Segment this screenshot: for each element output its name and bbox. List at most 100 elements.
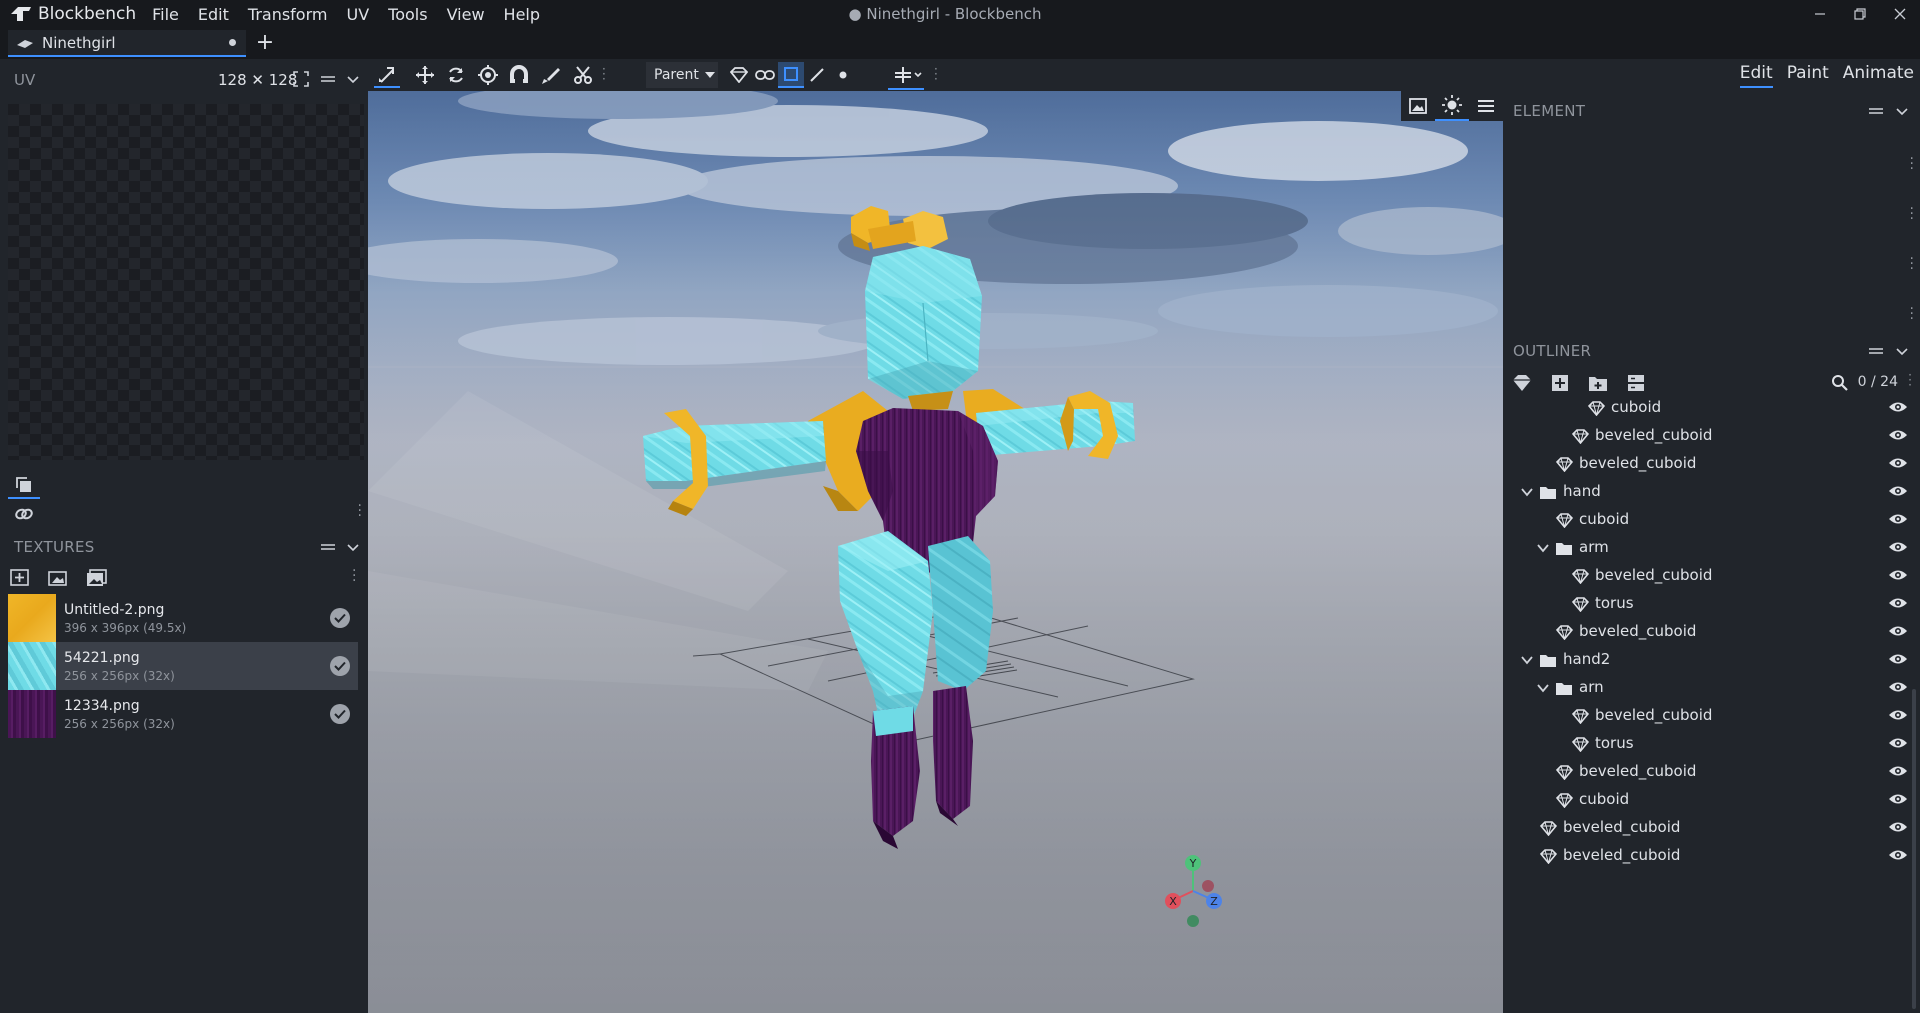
outliner-element-row[interactable]: torus: [1503, 590, 1920, 618]
visibility-eye-icon[interactable]: [1888, 624, 1908, 640]
add-group-icon[interactable]: [1587, 372, 1609, 394]
uv-size-display[interactable]: 128 ✕ 128: [218, 71, 297, 89]
toolbar-more-icon[interactable]: · · ·: [602, 63, 606, 85]
chevron-down-icon[interactable]: [1520, 653, 1534, 667]
texture-check-icon[interactable]: [330, 608, 350, 628]
outliner-element-row[interactable]: torus: [1503, 730, 1920, 758]
element-more-icon[interactable]: · · ·: [1910, 202, 1914, 226]
visibility-eye-icon[interactable]: [1888, 792, 1908, 808]
panel-menu-icon[interactable]: [1868, 343, 1884, 363]
outliner-group-row[interactable]: arn: [1503, 674, 1920, 702]
selection-mode-edge-button[interactable]: [804, 62, 830, 88]
knife-tool-button[interactable]: [570, 62, 596, 88]
chevron-down-icon[interactable]: [1895, 103, 1909, 123]
mode-paint-tab[interactable]: Paint: [1787, 63, 1829, 88]
search-icon[interactable]: [1829, 372, 1851, 394]
chevron-down-icon[interactable]: [346, 539, 360, 559]
visibility-eye-icon[interactable]: [1888, 456, 1908, 472]
visibility-eye-icon[interactable]: [1888, 512, 1908, 528]
outliner-group-row[interactable]: hand2: [1503, 646, 1920, 674]
outliner-group-row[interactable]: hand: [1503, 478, 1920, 506]
outliner-element-row[interactable]: beveled_cuboid: [1503, 758, 1920, 786]
chevron-down-icon[interactable]: [1520, 485, 1534, 499]
visibility-eye-icon[interactable]: [1888, 764, 1908, 780]
texture-check-icon[interactable]: [330, 704, 350, 724]
selection-mode-object-button[interactable]: [726, 62, 752, 88]
texture-folder-icon[interactable]: [86, 569, 108, 589]
more-options-icon[interactable]: · · ·: [1908, 369, 1912, 391]
vertex-snap-button[interactable]: [506, 62, 532, 88]
outliner-element-row[interactable]: beveled_cuboid: [1503, 702, 1920, 730]
tab-project[interactable]: Ninethgirl: [8, 30, 246, 57]
texture-check-icon[interactable]: [330, 656, 350, 676]
outliner-element-row[interactable]: beveled_cuboid: [1503, 842, 1920, 870]
visibility-eye-icon[interactable]: [1888, 680, 1908, 696]
maximize-button[interactable]: [1840, 0, 1880, 28]
outliner-element-row[interactable]: cuboid: [1503, 400, 1920, 422]
mode-edit-tab[interactable]: Edit: [1739, 63, 1773, 88]
visibility-eye-icon[interactable]: [1888, 848, 1908, 864]
tab-textures[interactable]: [8, 473, 40, 499]
visibility-eye-icon[interactable]: [1888, 708, 1908, 724]
screenshot-button[interactable]: [1401, 91, 1435, 121]
visibility-eye-icon[interactable]: [1888, 400, 1908, 416]
toolbar-more-icon[interactable]: · · ·: [934, 63, 938, 85]
outliner-element-row[interactable]: beveled_cuboid: [1503, 422, 1920, 450]
transform-space-select[interactable]: Parent: [646, 62, 718, 88]
texture-item[interactable]: 54221.png 256 x 256px (32x): [8, 642, 358, 690]
visibility-eye-icon[interactable]: [1888, 596, 1908, 612]
import-texture-icon[interactable]: [48, 569, 70, 589]
visibility-eye-icon[interactable]: [1888, 652, 1908, 668]
3d-viewport[interactable]: Y X Z: [368, 91, 1503, 1013]
outliner-element-row[interactable]: cuboid: [1503, 786, 1920, 814]
add-texture-icon[interactable]: [10, 569, 32, 589]
uv-editor-canvas[interactable]: [8, 104, 364, 460]
add-cube-icon[interactable]: [1549, 372, 1571, 394]
outliner-element-row[interactable]: beveled_cuboid: [1503, 814, 1920, 842]
visibility-eye-icon[interactable]: [1888, 540, 1908, 556]
outliner-element-row[interactable]: beveled_cuboid: [1503, 450, 1920, 478]
chevron-down-icon[interactable]: [346, 71, 360, 91]
translate-tool-button[interactable]: [412, 62, 438, 88]
element-more-icon[interactable]: · · ·: [1910, 252, 1914, 276]
visibility-eye-icon[interactable]: [1888, 568, 1908, 584]
unsaved-dot-icon[interactable]: [229, 39, 236, 46]
visibility-eye-icon[interactable]: [1888, 428, 1908, 444]
outliner-element-row[interactable]: cuboid: [1503, 506, 1920, 534]
brush-tool-button[interactable]: [538, 62, 564, 88]
new-tab-button[interactable]: +: [254, 30, 276, 57]
texture-item[interactable]: Untitled-2.png 396 x 396px (49.5x): [8, 594, 358, 642]
outliner-element-row[interactable]: beveled_cuboid: [1503, 562, 1920, 590]
more-options-icon[interactable]: · · ·: [358, 499, 362, 523]
tab-links[interactable]: [8, 501, 40, 527]
panel-menu-icon[interactable]: [320, 539, 336, 559]
selection-mode-vertex-button[interactable]: [830, 62, 856, 88]
mirror-modeling-button[interactable]: [888, 62, 928, 88]
element-more-icon[interactable]: · · ·: [1910, 152, 1914, 176]
scene-render[interactable]: Y X Z: [368, 91, 1503, 1013]
move-tool-button[interactable]: [374, 62, 400, 88]
lighting-button[interactable]: [1435, 91, 1469, 121]
selection-mode-cluster-button[interactable]: [752, 62, 778, 88]
pivot-tool-button[interactable]: [475, 62, 501, 88]
texture-item[interactable]: 12334.png 256 x 256px (32x): [8, 690, 358, 738]
visibility-eye-icon[interactable]: [1888, 820, 1908, 836]
minimize-button[interactable]: [1800, 0, 1840, 28]
sort-icon[interactable]: [1625, 372, 1647, 394]
visibility-eye-icon[interactable]: [1888, 736, 1908, 752]
panel-menu-icon[interactable]: [1868, 103, 1884, 123]
add-mesh-icon[interactable]: [1511, 372, 1533, 394]
close-button[interactable]: [1880, 0, 1920, 28]
outliner-group-row[interactable]: arm: [1503, 534, 1920, 562]
chevron-down-icon[interactable]: [1895, 343, 1909, 363]
element-more-icon[interactable]: · · ·: [1910, 302, 1914, 326]
chevron-down-icon[interactable]: [1536, 681, 1550, 695]
viewport-menu-button[interactable]: [1469, 91, 1503, 121]
fullscreen-icon[interactable]: [293, 71, 309, 91]
chevron-down-icon[interactable]: [1536, 541, 1550, 555]
outliner-element-row[interactable]: beveled_cuboid: [1503, 618, 1920, 646]
panel-menu-icon[interactable]: [320, 71, 336, 91]
selection-mode-face-button[interactable]: [778, 62, 804, 88]
visibility-eye-icon[interactable]: [1888, 484, 1908, 500]
outliner-scrollbar[interactable]: [1912, 689, 1916, 1009]
